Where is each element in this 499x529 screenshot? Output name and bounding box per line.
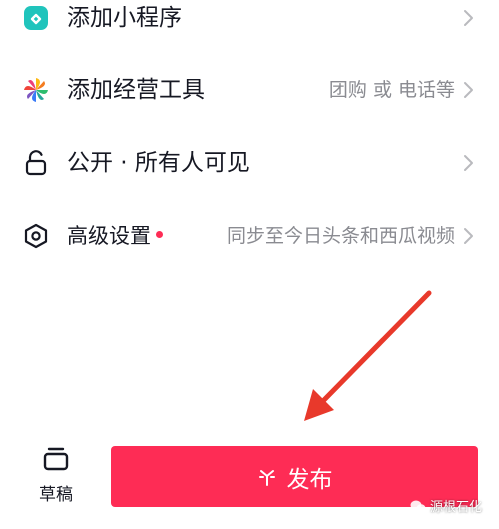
chevron-right-icon bbox=[464, 228, 473, 244]
wechat-icon bbox=[410, 500, 426, 512]
business-tools-hint: 团购 或 电话等 bbox=[328, 79, 455, 101]
add-business-tools-label: 添加经营工具 bbox=[67, 77, 205, 103]
new-badge-dot bbox=[156, 231, 163, 238]
watermark: 源根石化 bbox=[410, 496, 482, 515]
chevron-right-icon bbox=[464, 155, 473, 171]
add-mini-program-label: 添加小程序 bbox=[67, 5, 182, 31]
pinwheel-icon bbox=[22, 76, 50, 104]
add-business-tools-row[interactable]: 添加经营工具 团购 或 电话等 bbox=[0, 62, 499, 118]
sync-hint: 同步至今日头条和西瓜视频 bbox=[226, 225, 455, 247]
watermark-text: 源根石化 bbox=[430, 500, 483, 515]
drafts-box-icon bbox=[43, 447, 69, 471]
visibility-label: 公开 · 所有人可见 bbox=[67, 150, 250, 176]
publish-label: 发布 bbox=[286, 466, 333, 493]
unlock-icon bbox=[22, 149, 50, 177]
advanced-settings-label: 高级设置 bbox=[67, 224, 151, 248]
settings-hexagon-icon bbox=[22, 222, 50, 250]
mini-program-icon bbox=[22, 4, 50, 32]
drafts-button[interactable]: 草稿 bbox=[24, 444, 88, 510]
drafts-label: 草稿 bbox=[39, 485, 73, 505]
chevron-right-icon bbox=[464, 82, 473, 98]
sparkle-icon bbox=[258, 469, 275, 486]
visibility-row[interactable]: 公开 · 所有人可见 bbox=[0, 135, 499, 191]
chevron-right-icon bbox=[464, 10, 473, 26]
add-mini-program-row[interactable]: 添加小程序 bbox=[0, 0, 499, 46]
advanced-settings-row[interactable]: 高级设置 同步至今日头条和西瓜视频 bbox=[0, 208, 499, 264]
